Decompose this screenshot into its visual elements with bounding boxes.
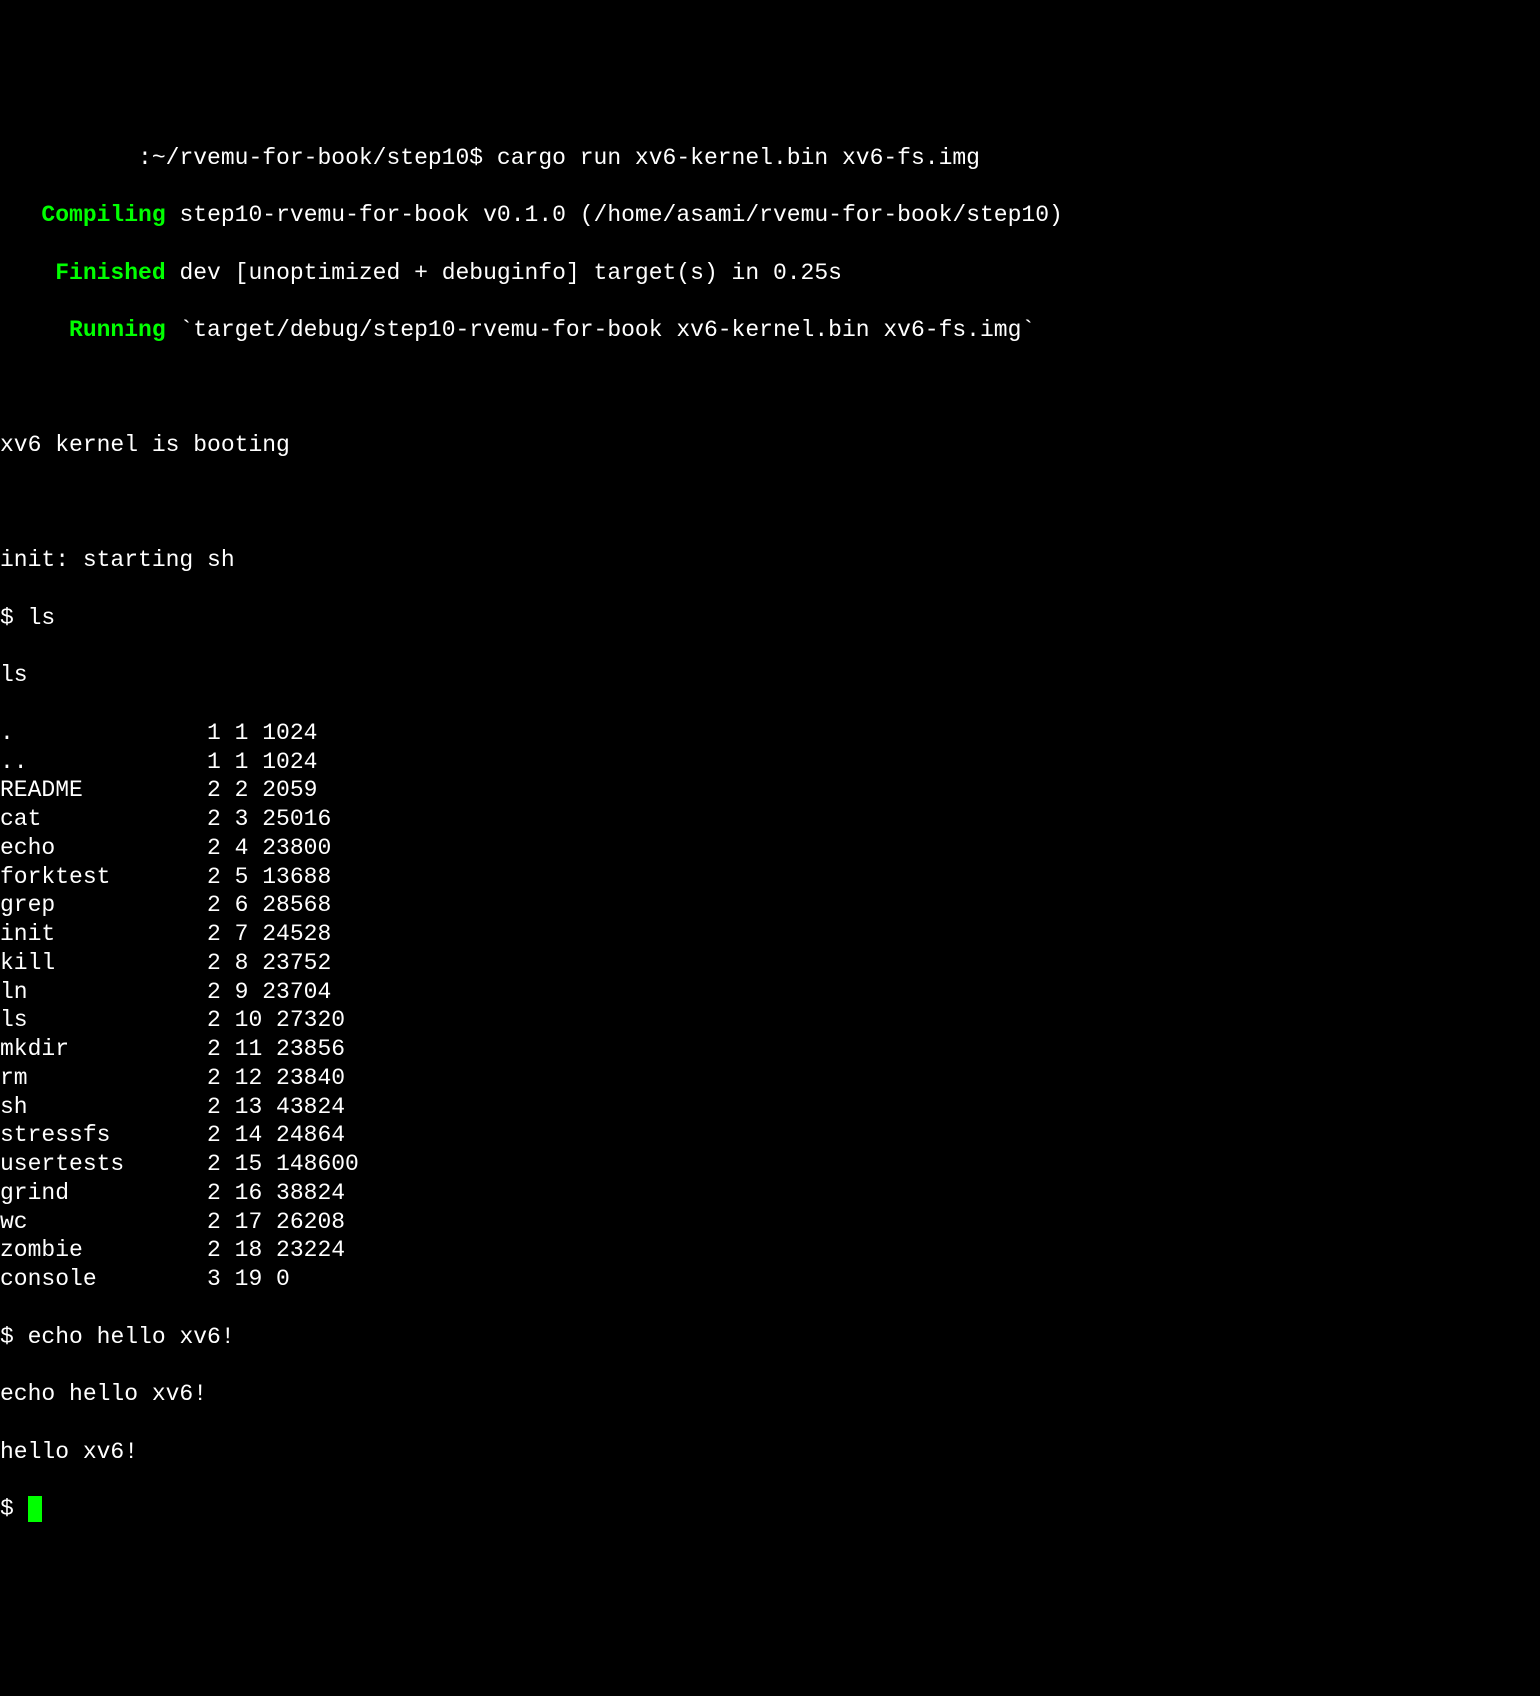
file-row: wc 2 17 26208 (0, 1208, 1540, 1237)
file-row: . 1 1 1024 (0, 719, 1540, 748)
running-text: `target/debug/step10-rvemu-for-book xv6-… (179, 317, 1035, 343)
file-row: echo 2 4 23800 (0, 834, 1540, 863)
running-line: Running `target/debug/step10-rvemu-for-b… (0, 316, 1540, 345)
file-row: forktest 2 5 13688 (0, 863, 1540, 892)
file-row: .. 1 1 1024 (0, 748, 1540, 777)
shell-prompt: $ (0, 1496, 14, 1522)
file-row: mkdir 2 11 23856 (0, 1035, 1540, 1064)
compiling-label: Compiling (41, 202, 165, 228)
prompt-path: :~/rvemu-for-book/step10$ (138, 145, 483, 171)
finished-text: dev [unoptimized + debuginfo] target(s) … (179, 260, 842, 286)
init-message: init: starting sh (0, 546, 1540, 575)
file-listing: . 1 1 1024.. 1 1 1024README 2 2 2059cat … (0, 719, 1540, 1294)
ls-echo: ls (0, 661, 1540, 690)
compiling-line: Compiling step10-rvemu-for-book v0.1.0 (… (0, 201, 1540, 230)
command-line: :~/rvemu-for-book/step10$ cargo run xv6-… (0, 144, 1540, 173)
echo-output: hello xv6! (0, 1438, 1540, 1467)
running-label: Running (69, 317, 166, 343)
boot-message: xv6 kernel is booting (0, 431, 1540, 460)
file-row: rm 2 12 23840 (0, 1064, 1540, 1093)
blank-line (0, 489, 1540, 518)
file-row: console 3 19 0 (0, 1265, 1540, 1294)
finished-line: Finished dev [unoptimized + debuginfo] t… (0, 259, 1540, 288)
file-row: zombie 2 18 23224 (0, 1236, 1540, 1265)
ls-command: ls (28, 605, 56, 631)
finished-label: Finished (55, 260, 165, 286)
file-row: kill 2 8 23752 (0, 949, 1540, 978)
ls-command-line: $ ls (0, 604, 1540, 633)
terminal-window[interactable]: :~/rvemu-for-book/step10$ cargo run xv6-… (0, 115, 1540, 1553)
file-row: ln 2 9 23704 (0, 978, 1540, 1007)
echo-command-line: $ echo hello xv6! (0, 1323, 1540, 1352)
file-row: ls 2 10 27320 (0, 1006, 1540, 1035)
file-row: grind 2 16 38824 (0, 1179, 1540, 1208)
echo-command: echo hello xv6! (28, 1324, 235, 1350)
compiling-text: step10-rvemu-for-book v0.1.0 (/home/asam… (179, 202, 1062, 228)
blank-line (0, 374, 1540, 403)
shell-prompt: $ (0, 1324, 14, 1350)
cargo-command: cargo run xv6-kernel.bin xv6-fs.img (497, 145, 980, 171)
file-row: init 2 7 24528 (0, 920, 1540, 949)
cursor (28, 1496, 42, 1522)
file-row: README 2 2 2059 (0, 776, 1540, 805)
file-row: cat 2 3 25016 (0, 805, 1540, 834)
file-row: usertests 2 15 148600 (0, 1150, 1540, 1179)
shell-prompt: $ (0, 605, 14, 631)
file-row: sh 2 13 43824 (0, 1093, 1540, 1122)
echo-echo: echo hello xv6! (0, 1380, 1540, 1409)
file-row: stressfs 2 14 24864 (0, 1121, 1540, 1150)
file-row: grep 2 6 28568 (0, 891, 1540, 920)
final-prompt-line[interactable]: $ (0, 1495, 1540, 1524)
